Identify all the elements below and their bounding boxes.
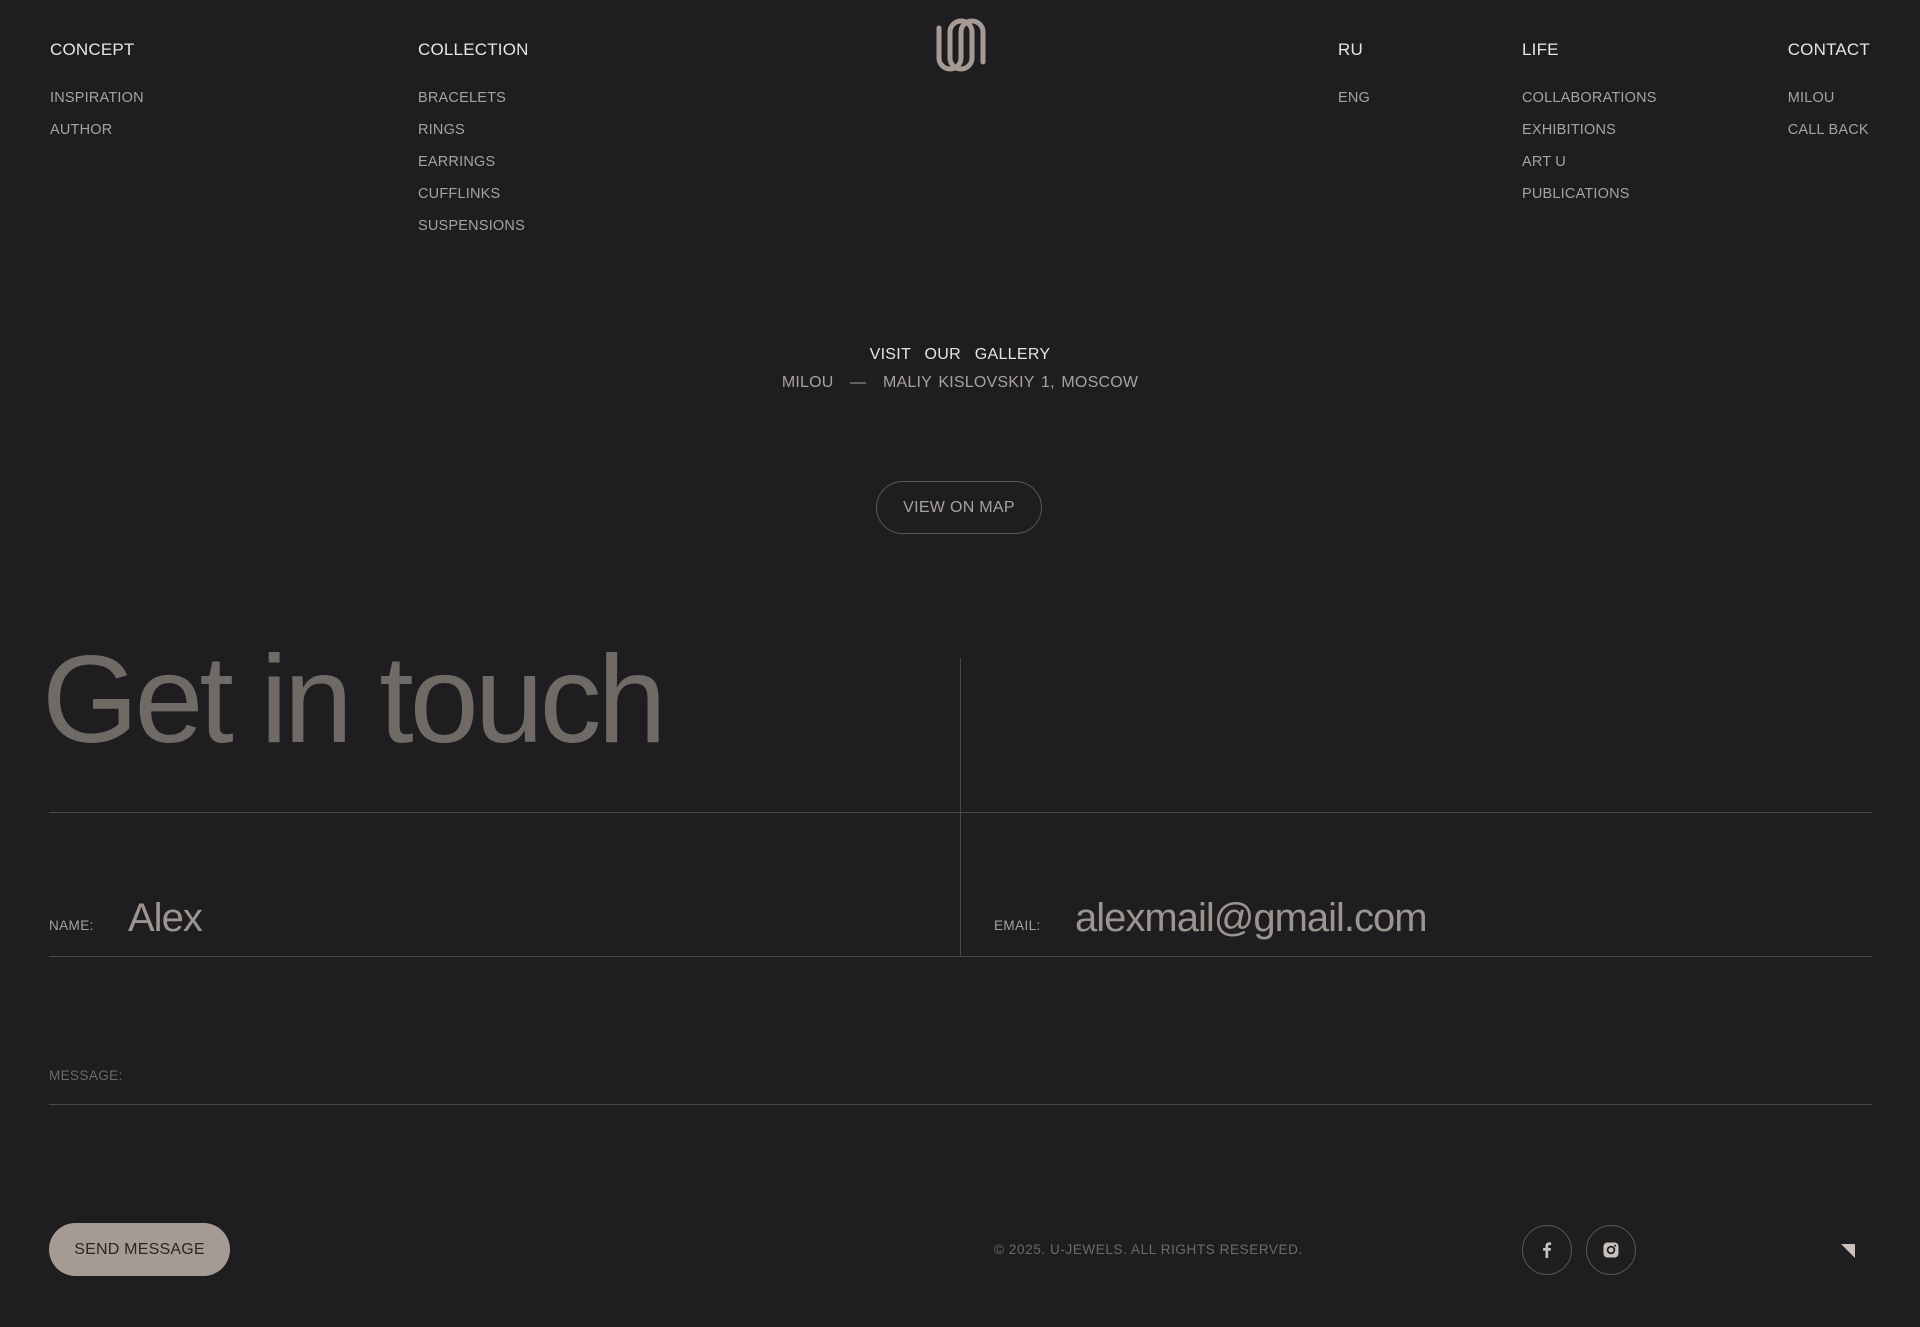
- nav-item-rings[interactable]: RINGS: [418, 122, 529, 138]
- nav-item-art-u[interactable]: ART U: [1522, 154, 1657, 170]
- nav-item-exhibitions[interactable]: EXHIBITIONS: [1522, 122, 1657, 138]
- nav-heading-contact[interactable]: CONTACT: [1788, 40, 1870, 60]
- nav-list-concept: INSPIRATION AUTHOR: [50, 90, 144, 138]
- nav-column-language: RU ENG: [1338, 40, 1370, 122]
- message-input[interactable]: [128, 1054, 1868, 1094]
- copyright-text: © 2025. U-JEWELS. ALL RIGHTS RESERVED.: [994, 1242, 1303, 1257]
- gallery-street-address: MALIY KISLOVSKIY 1, MOSCOW: [883, 374, 1139, 391]
- view-on-map-button[interactable]: VIEW ON MAP: [876, 481, 1042, 534]
- nav-item-cufflinks[interactable]: CUFFLINKS: [418, 186, 529, 202]
- nav-item-bracelets[interactable]: BRACELETS: [418, 90, 529, 106]
- form-middle-divider: [49, 956, 1872, 957]
- nav-item-publications[interactable]: PUBLICATIONS: [1522, 186, 1657, 202]
- form-vertical-divider: [960, 658, 961, 956]
- nav-list-life: COLLABORATIONS EXHIBITIONS ART U PUBLICA…: [1522, 90, 1657, 202]
- get-in-touch-title: Get in touch: [42, 631, 667, 769]
- instagram-link[interactable]: [1586, 1225, 1636, 1275]
- nav-column-contact: CONTACT MILOU CALL BACK: [1788, 40, 1870, 154]
- facebook-icon: [1543, 1242, 1552, 1258]
- nav-list-language: ENG: [1338, 90, 1370, 106]
- gallery-section: VISIT OUR GALLERY MILOU — MALIY KISLOVSK…: [0, 346, 1920, 392]
- instagram-icon: [1603, 1242, 1619, 1258]
- form-top-divider: [49, 812, 1872, 813]
- gallery-name: MILOU: [781, 374, 834, 391]
- name-input[interactable]: [128, 894, 928, 942]
- nav-column-life: LIFE COLLABORATIONS EXHIBITIONS ART U PU…: [1522, 40, 1657, 218]
- logo-stroke-outer: [936, 18, 986, 72]
- nav-heading-life[interactable]: LIFE: [1522, 40, 1657, 60]
- nav-heading-concept[interactable]: CONCEPT: [50, 40, 144, 60]
- u-logo-icon[interactable]: [929, 18, 993, 86]
- nav-column-concept: CONCEPT INSPIRATION AUTHOR: [50, 40, 144, 154]
- scroll-corner-arrow-icon[interactable]: [1841, 1244, 1855, 1258]
- gallery-title: VISIT OUR GALLERY: [869, 346, 1051, 363]
- nav-column-collection: COLLECTION BRACELETS RINGS EARRINGS CUFF…: [418, 40, 529, 250]
- nav-item-milou[interactable]: MILOU: [1788, 90, 1870, 106]
- message-label: MESSAGE:: [49, 1068, 123, 1083]
- nav-list-contact: MILOU CALL BACK: [1788, 90, 1870, 138]
- gallery-address: MILOU — MALIY KISLOVSKIY 1, MOSCOW: [0, 374, 1920, 392]
- email-input[interactable]: [1075, 894, 1855, 942]
- nav-list-collection: BRACELETS RINGS EARRINGS CUFFLINKS SUSPE…: [418, 90, 529, 234]
- form-bottom-divider: [49, 1104, 1872, 1105]
- nav-item-earrings[interactable]: EARRINGS: [418, 154, 529, 170]
- page: CONCEPT INSPIRATION AUTHOR COLLECTION BR…: [0, 0, 1920, 1327]
- nav-item-call-back[interactable]: CALL BACK: [1788, 122, 1870, 138]
- address-separator: —: [850, 374, 867, 391]
- nav-heading-collection[interactable]: COLLECTION: [418, 40, 529, 60]
- language-eng[interactable]: ENG: [1338, 90, 1370, 106]
- send-message-button[interactable]: SEND MESSAGE: [49, 1223, 230, 1276]
- nav-item-inspiration[interactable]: INSPIRATION: [50, 90, 144, 106]
- language-ru[interactable]: RU: [1338, 40, 1370, 60]
- email-label: EMAIL:: [994, 918, 1041, 933]
- nav-item-author[interactable]: AUTHOR: [50, 122, 144, 138]
- nav-item-suspensions[interactable]: SUSPENSIONS: [418, 218, 529, 234]
- facebook-link[interactable]: [1522, 1225, 1572, 1275]
- name-label: NAME:: [49, 918, 94, 933]
- nav-item-collaborations[interactable]: COLLABORATIONS: [1522, 90, 1657, 106]
